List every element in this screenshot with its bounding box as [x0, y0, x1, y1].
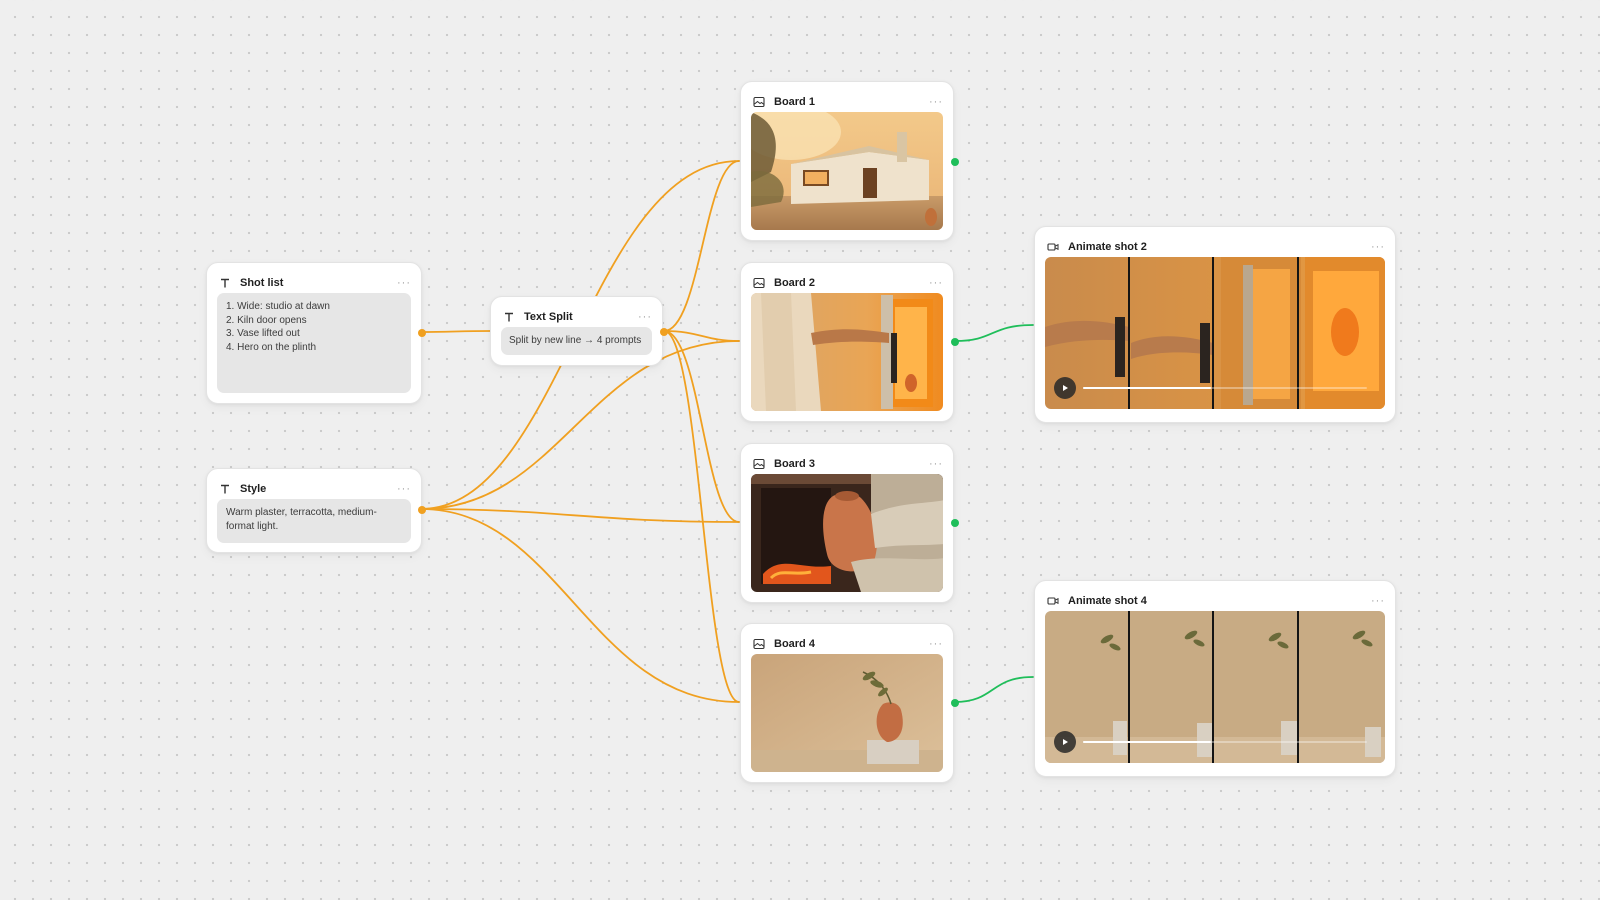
- node-board-3[interactable]: Board 3 ···: [740, 443, 959, 603]
- wire-shotlist-to-textsplit: [420, 330, 491, 333]
- shot-list-line: 2. Kiln door opens: [226, 314, 307, 326]
- split-rule-field[interactable]: Split by new line → 4 prompts: [501, 327, 652, 355]
- shot-list-line: 4. Hero on the plinth: [226, 341, 317, 353]
- node-title: Shot list: [240, 277, 284, 289]
- node-title: Text Split: [524, 311, 573, 323]
- node-title: Animate shot 2: [1068, 241, 1147, 253]
- node-style[interactable]: Style ··· Warm plaster, terracotta, medi…: [206, 468, 426, 553]
- video-progress-fill: [1083, 741, 1211, 743]
- video-icon: [1046, 594, 1060, 608]
- play-button[interactable]: [1054, 377, 1076, 399]
- node-board-1[interactable]: Board 1 ···: [740, 81, 959, 241]
- video-icon: [1046, 240, 1060, 254]
- output-port[interactable]: [418, 329, 426, 337]
- video-progress-bar[interactable]: [1083, 741, 1367, 743]
- node-title: Animate shot 4: [1068, 595, 1147, 607]
- wire-textsplit-to-board1: [663, 160, 740, 332]
- style-textarea[interactable]: Warm plaster, terracotta, medium-format …: [217, 499, 411, 543]
- more-options-icon[interactable]: ···: [929, 458, 943, 470]
- image-icon: [752, 637, 766, 651]
- video-progress-fill: [1083, 387, 1211, 389]
- node-text-split[interactable]: Text Split ··· Split by new line → 4 pro…: [490, 296, 668, 366]
- node-title: Board 1: [774, 96, 815, 108]
- text-icon: [502, 310, 516, 324]
- more-options-icon[interactable]: ···: [929, 638, 943, 650]
- wire-board2-to-animate2: [954, 324, 1034, 342]
- video-player[interactable]: [1045, 611, 1385, 763]
- video-player[interactable]: [1045, 257, 1385, 409]
- more-options-icon[interactable]: ···: [1371, 241, 1385, 253]
- board-image[interactable]: [751, 293, 943, 411]
- play-button[interactable]: [1054, 731, 1076, 753]
- output-port[interactable]: [418, 506, 426, 514]
- wire-board4-to-animate4: [954, 676, 1034, 703]
- node-board-4[interactable]: Board 4 ···: [740, 623, 959, 783]
- node-animate-shot-4[interactable]: Animate shot 4 ···: [1034, 580, 1396, 777]
- wire-style-to-board2: [420, 340, 740, 510]
- output-port[interactable]: [660, 328, 668, 336]
- image-icon: [752, 95, 766, 109]
- output-port[interactable]: [951, 158, 959, 166]
- text-icon: [218, 482, 232, 496]
- more-options-icon[interactable]: ···: [929, 96, 943, 108]
- shot-list-textarea[interactable]: 1. Wide: studio at dawn 2. Kiln door ope…: [217, 293, 411, 393]
- output-port[interactable]: [951, 519, 959, 527]
- more-options-icon[interactable]: ···: [397, 483, 411, 495]
- output-port[interactable]: [951, 699, 959, 707]
- shot-list-line: 3. Vase lifted out: [226, 328, 300, 339]
- video-progress-bar[interactable]: [1083, 387, 1367, 389]
- image-icon: [752, 276, 766, 290]
- board-image[interactable]: [751, 654, 943, 772]
- board-image[interactable]: [751, 112, 943, 230]
- more-options-icon[interactable]: ···: [1371, 595, 1385, 607]
- more-options-icon[interactable]: ···: [397, 277, 411, 289]
- node-title: Style: [240, 483, 267, 495]
- node-title: Board 2: [774, 277, 815, 289]
- node-animate-shot-2[interactable]: Animate shot 2 ···: [1034, 226, 1396, 423]
- more-options-icon[interactable]: ···: [929, 277, 943, 289]
- board-image[interactable]: [751, 474, 943, 592]
- image-icon: [752, 457, 766, 471]
- wire-textsplit-to-board3: [663, 330, 740, 523]
- wire-textsplit-to-board2: [663, 330, 740, 342]
- wire-textsplit-to-board4: [663, 330, 740, 703]
- output-port[interactable]: [951, 338, 959, 346]
- node-shot-list[interactable]: Shot list ··· 1. Wide: studio at dawn 2.…: [206, 262, 426, 404]
- shot-list-line: 1. Wide: studio at dawn: [226, 301, 330, 312]
- wire-style-to-board4: [420, 508, 740, 703]
- node-title: Board 4: [774, 638, 815, 650]
- wire-style-to-board3: [420, 508, 740, 523]
- node-board-2[interactable]: Board 2 ···: [740, 262, 959, 422]
- text-icon: [218, 276, 232, 290]
- node-title: Board 3: [774, 458, 815, 470]
- more-options-icon[interactable]: ···: [638, 311, 652, 323]
